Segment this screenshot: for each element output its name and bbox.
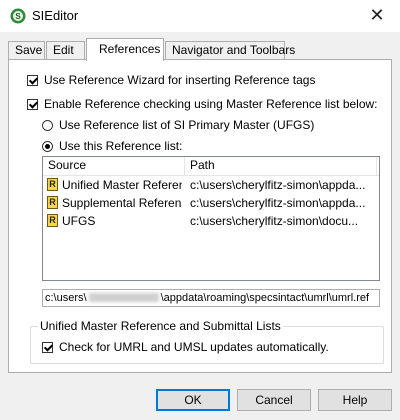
enable-checking-option[interactable]: Enable Reference checking using Master R… xyxy=(27,97,378,111)
enable-checking-checkbox[interactable] xyxy=(27,99,38,110)
path-suffix: \appdata\roaming\specsintact\umrl\umrl.r… xyxy=(160,292,370,304)
reference-path-field[interactable]: c:\users\ \appdata\roaming\specsintact\um… xyxy=(42,289,380,307)
radio-this-option[interactable]: Use this Reference list: xyxy=(42,139,182,153)
check-updates-label: Check for UMRL and UMSL updates automati… xyxy=(59,340,329,354)
list-header: Source Path xyxy=(43,157,379,176)
radio-this-label: Use this Reference list: xyxy=(59,139,183,153)
check-updates-option[interactable]: Check for UMRL and UMSL updates automati… xyxy=(42,340,329,354)
references-panel: Use Reference Wizard for inserting Refer… xyxy=(8,59,392,373)
use-wizard-checkbox[interactable] xyxy=(27,75,38,86)
radio-this[interactable] xyxy=(42,141,53,152)
sieditor-window: S SIEditor ✕ Save Edit References Naviga… xyxy=(0,0,400,420)
reference-list[interactable]: Source Path R Unified Master Referen... … xyxy=(42,156,380,281)
radio-primary-label: Use Reference list of SI Primary Master … xyxy=(59,118,315,132)
close-icon[interactable]: ✕ xyxy=(354,0,400,32)
tab-edit[interactable]: Edit xyxy=(46,41,85,60)
enable-checking-label: Enable Reference checking using Master R… xyxy=(44,97,378,111)
list-item-source: Unified Master Referen... xyxy=(62,178,182,192)
help-button[interactable]: Help xyxy=(318,389,392,411)
path-prefix: c:\users\ xyxy=(45,292,87,304)
sieditor-app-icon: S xyxy=(10,8,26,24)
use-wizard-label: Use Reference Wizard for inserting Refer… xyxy=(44,73,316,87)
column-header-source[interactable]: Source xyxy=(43,157,185,175)
column-header-path[interactable]: Path xyxy=(185,157,377,175)
use-wizard-option[interactable]: Use Reference Wizard for inserting Refer… xyxy=(27,73,315,87)
tab-references[interactable]: References xyxy=(86,38,164,61)
list-item-source: UFGS xyxy=(62,214,96,228)
radio-primary-option[interactable]: Use Reference list of SI Primary Master … xyxy=(42,118,314,132)
list-item-path: c:\users\cherylfitz-simon\appda... xyxy=(190,196,366,210)
reference-icon: R xyxy=(47,178,58,191)
reference-icon: R xyxy=(47,214,58,227)
list-item-path: c:\users\cherylfitz-simon\docu... xyxy=(190,214,359,228)
radio-primary[interactable] xyxy=(42,120,53,131)
umrl-group-title: Unified Master Reference and Submittal L… xyxy=(38,319,283,333)
reference-icon: R xyxy=(47,196,58,209)
tab-navigator-and-toolbars[interactable]: Navigator and Toolbars xyxy=(165,41,295,60)
list-item[interactable]: R Supplemental Referen... c:\users\chery… xyxy=(43,194,379,212)
list-item-source: Supplemental Referen... xyxy=(62,196,182,210)
window-title: SIEditor xyxy=(32,8,79,23)
ok-button[interactable]: OK xyxy=(156,389,230,411)
list-item-path: c:\users\cherylfitz-simon\appda... xyxy=(190,178,366,192)
list-item[interactable]: R Unified Master Referen... c:\users\che… xyxy=(43,176,379,194)
tab-save[interactable]: Save xyxy=(8,41,45,60)
check-updates-checkbox[interactable] xyxy=(42,342,53,353)
cancel-button[interactable]: Cancel xyxy=(237,389,311,411)
svg-text:S: S xyxy=(15,12,21,21)
redacted-username xyxy=(88,293,159,302)
title-bar: S SIEditor ✕ xyxy=(0,0,400,32)
list-item[interactable]: R UFGS c:\users\cherylfitz-simon\docu... xyxy=(43,212,379,230)
